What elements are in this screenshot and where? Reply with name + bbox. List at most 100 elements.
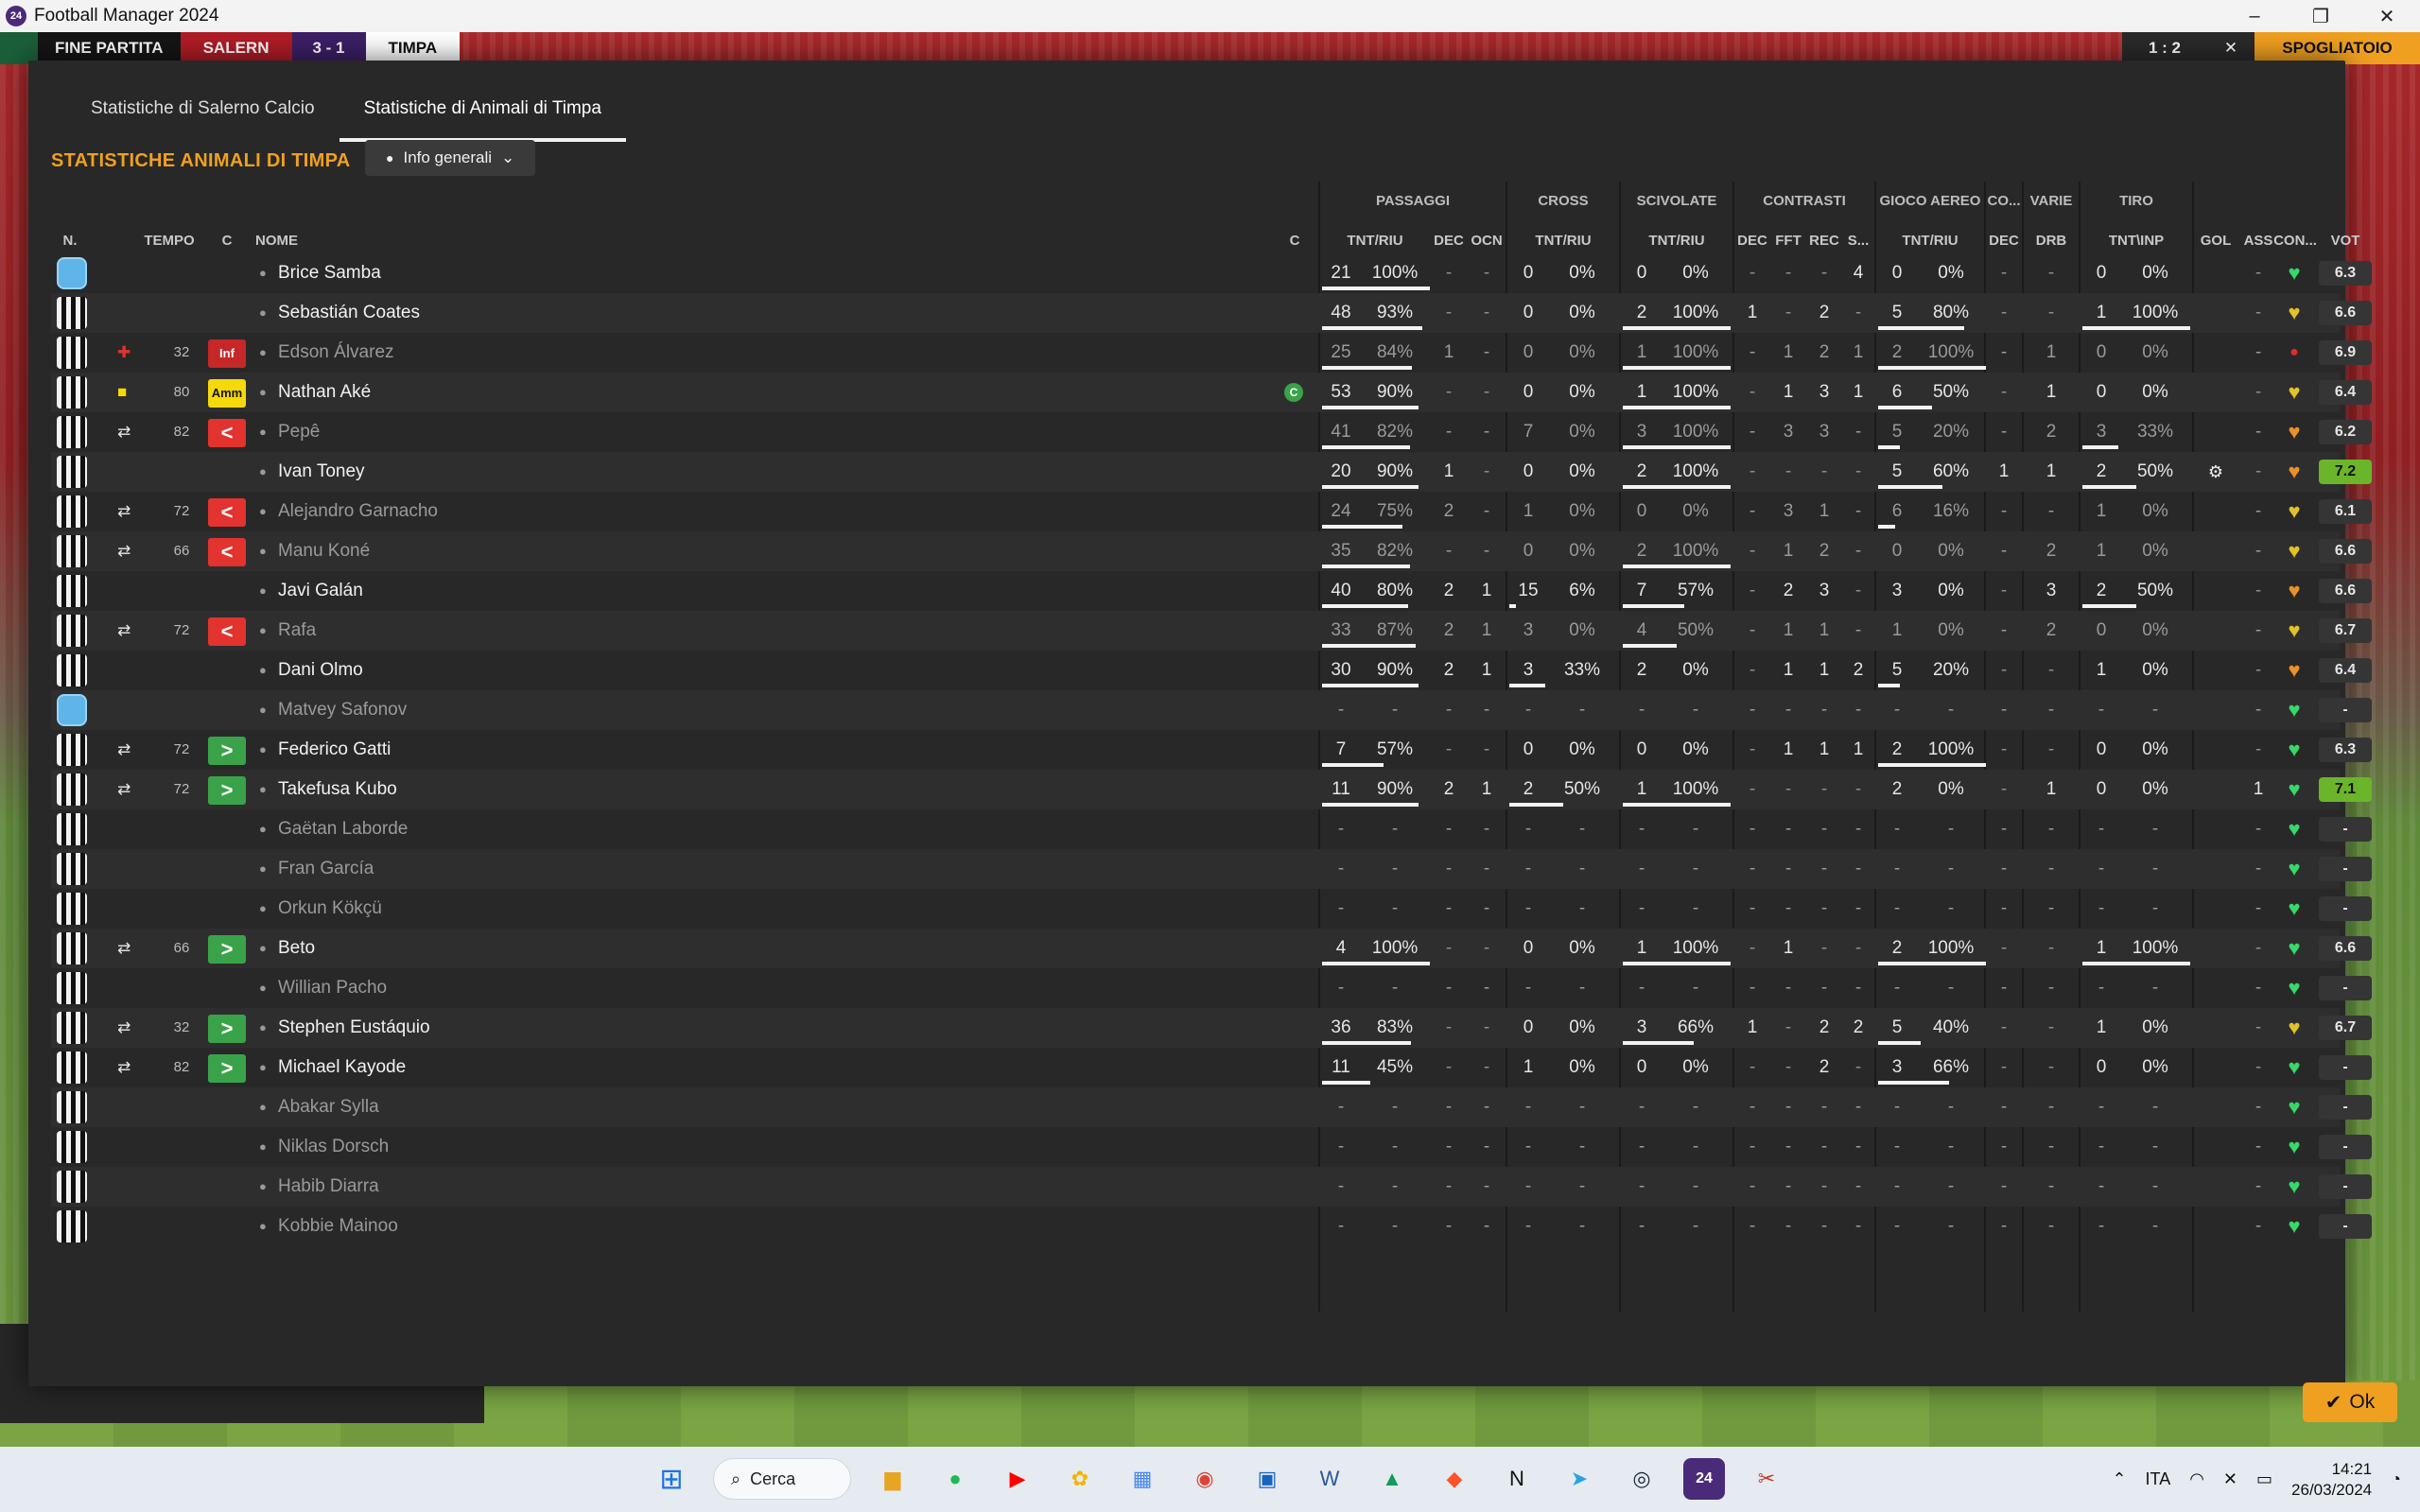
col-aer-tnt[interactable]: TNT/RIU [1876, 233, 1984, 249]
football-manager-icon[interactable]: 24 [1683, 1458, 1725, 1500]
player-name[interactable]: Alejandro Garnacho [278, 492, 438, 531]
player-name[interactable]: Abakar Sylla [278, 1087, 379, 1127]
player-name[interactable]: Beto [278, 929, 315, 968]
table-row[interactable]: ● Willian Pacho - - - - - - - - - - - - - - - - - - - ♥ - [51, 968, 2372, 1008]
col-tempo[interactable]: TEMPO [136, 233, 202, 249]
maximize-button[interactable]: ❐ [2288, 0, 2354, 32]
photos-icon[interactable]: ✿ [1059, 1458, 1101, 1500]
app-icon[interactable]: ▣ [1246, 1458, 1288, 1500]
player-name[interactable]: Michael Kayode [278, 1048, 406, 1087]
telegram-icon[interactable]: ➤ [1558, 1458, 1600, 1500]
player-name[interactable]: Stephen Eustáquio [278, 1008, 430, 1048]
col-gol[interactable]: GOL [2192, 233, 2239, 249]
steam-icon[interactable]: ◎ [1621, 1458, 1663, 1500]
table-row[interactable]: ● Sebastián Coates 48 93% - - 0 0% 2 100% 1 - 2 - 5 80%… [51, 293, 2372, 333]
player-name[interactable]: Willian Pacho [278, 968, 387, 1008]
table-row[interactable]: ● Javi Galán 40 80% 2 1 15 6% 7 57% - 2 3 - 3 0% - 3 2 50% -… [51, 571, 2372, 611]
player-name[interactable]: Ivan Toney [278, 452, 365, 492]
col-con-s[interactable]: S... [1842, 233, 1874, 249]
player-name[interactable]: Takefusa Kubo [278, 770, 397, 809]
player-name[interactable]: Edson Álvarez [278, 333, 394, 373]
player-name[interactable]: Niklas Dorsch [278, 1127, 389, 1167]
player-name[interactable]: Manu Koné [278, 531, 370, 571]
taskbar-clock[interactable]: 14:21 26/03/2024 [2291, 1459, 2372, 1501]
col-nome[interactable]: NOME [255, 233, 312, 249]
wifi-icon[interactable]: ◠ [2189, 1469, 2204, 1489]
table-row[interactable]: ⇄ 72 < ● Alejandro Garnacho 24 75% 2 - 1 0% 0 0% - 3 1 -… [51, 492, 2372, 531]
col-vot[interactable]: VOT [2317, 233, 2374, 249]
table-row[interactable]: ● Matvey Safonov - - - - - - - - - - - - - - - - - - - ♥ - [51, 690, 2372, 730]
windows-start-icon[interactable]: ⊞ [651, 1458, 692, 1500]
view-dropdown[interactable]: ● Info generali ⌄ [365, 140, 536, 176]
player-name[interactable]: Pepê [278, 412, 320, 452]
col-pass-ocn[interactable]: OCN [1468, 233, 1506, 249]
tab-salerno-stats[interactable]: Statistiche di Salerno Calcio [66, 83, 339, 142]
col-con-dec[interactable]: DEC [1734, 233, 1770, 249]
brave-icon[interactable]: ◆ [1434, 1458, 1475, 1500]
table-row[interactable]: ⇄ 66 < ● Manu Koné 35 82% - - 0 0% 2 100% - 1 2 - 0 0% - 2 1 0… [51, 531, 2372, 571]
battery-icon[interactable]: ▭ [2256, 1469, 2272, 1489]
minimize-button[interactable]: – [2221, 0, 2288, 32]
table-row[interactable]: ● Niklas Dorsch - - - - - - - - - - - - - - - - - - - ♥ - [51, 1127, 2372, 1167]
player-name[interactable]: Brice Samba [278, 253, 381, 293]
ok-button[interactable]: ✔ Ok [2303, 1382, 2397, 1422]
col-sciv-tnt[interactable]: TNT/RIU [1621, 233, 1732, 249]
notion-icon[interactable]: N [1496, 1458, 1538, 1500]
player-name[interactable]: Fran García [278, 849, 374, 889]
youtube-icon[interactable]: ▶ [997, 1458, 1038, 1500]
dressing-room-button[interactable]: SPOGLIATOIO [2255, 32, 2420, 64]
col-var-drb[interactable]: DRB [2024, 233, 2079, 249]
table-row[interactable]: ✚ 32 Inf ● Edson Álvarez 25 84% 1-0 0% 1 100% -1 2 1 2… [51, 333, 2372, 373]
table-row[interactable]: ⇄ 72 > ● Federico Gatti 7 57% - - 0 0% 0 0% - 1 1 1 2 100%… [51, 730, 2372, 770]
col-pass-dec[interactable]: DEC [1430, 233, 1468, 249]
keyboard-language[interactable]: ITA [2146, 1469, 2171, 1489]
col-tiro-tnt[interactable]: TNT\INP [2081, 233, 2192, 249]
table-row[interactable]: ⇄ 82 > ● Michael Kayode 11 45% - - 1 0% 0 0% - - 2 - 3 66%… [51, 1048, 2372, 1087]
col-captain[interactable]: C [1280, 233, 1309, 249]
calendar-icon[interactable]: ▦ [1122, 1458, 1163, 1500]
player-name[interactable]: Rafa [278, 611, 316, 651]
table-row[interactable]: ⇄ 72 > ● Takefusa Kubo 11 90% 2 1 2 50% 1 100% - - - -2 0… [51, 770, 2372, 809]
player-name[interactable]: Javi Galán [278, 571, 363, 611]
chrome-icon[interactable]: ◉ [1184, 1458, 1226, 1500]
table-row[interactable]: ⇄ 82 < ● Pepê 41 82% - - 7 0% 3 100% - 3 3 - 5 20% - 2 3 33% - ♥… [51, 412, 2372, 452]
snipping-tool-icon[interactable]: ✂ [1746, 1458, 1787, 1500]
player-name[interactable]: Orkun Kökçü [278, 889, 382, 929]
player-name[interactable]: Nathan Aké [278, 373, 371, 412]
table-row[interactable]: ● Gaëtan Laborde - - - - - - - - - - - - - - - - - - - ♥ - [51, 809, 2372, 849]
tab-timpa-stats[interactable]: Statistiche di Animali di Timpa [339, 83, 626, 142]
table-row[interactable]: ● Dani Olmo 30 90% 2 1 3 33% 2 0% -1 1 2 5 20% - -1 0% - ♥ 6… [51, 651, 2372, 690]
col-con-rec[interactable]: REC [1806, 233, 1842, 249]
spotify-icon[interactable]: ● [934, 1458, 976, 1500]
close-window-button[interactable]: ✕ [2354, 0, 2420, 32]
col-c[interactable]: C [208, 233, 246, 249]
scorebar-close-button[interactable]: ✕ [2207, 32, 2255, 64]
table-row[interactable]: ⇄ 66 > ● Beto 4 100% - - 0 0% 1 100% - 1 - - 2 100% - - 1 100%… [51, 929, 2372, 968]
taskbar-search[interactable]: ⌕ Cerca [713, 1458, 851, 1500]
player-name[interactable]: Sebastián Coates [278, 293, 420, 333]
table-row[interactable]: ● Habib Diarra - - - - - - - - - - - - - - - - - - - ♥ - [51, 1167, 2372, 1207]
word-icon[interactable]: W [1309, 1458, 1350, 1500]
player-name[interactable]: Kobbie Mainoo [278, 1207, 398, 1246]
col-ass[interactable]: ASS [2239, 233, 2277, 249]
file-explorer-icon[interactable]: ▆ [872, 1458, 914, 1500]
volume-muted-icon[interactable]: ✕ [2223, 1469, 2237, 1489]
table-row[interactable]: ■ 80 Amm ● Nathan Aké C 53 90% - -0 0% 1 100% -1 3 1 6 50… [51, 373, 2372, 412]
table-row[interactable]: ⇄ 32 > ● Stephen Eustáquio 36 83% - - 0 0% 3 66% 1 - 2 2… [51, 1008, 2372, 1048]
col-co-dec[interactable]: DEC [1986, 233, 2022, 249]
player-name[interactable]: Gaëtan Laborde [278, 809, 408, 849]
table-row[interactable]: ● Fran García - - - - - - - - - - - - - - - - - - - ♥ - [51, 849, 2372, 889]
table-row[interactable]: ● Abakar Sylla - - - - - - - - - - - - - - - - - - - ♥ - [51, 1087, 2372, 1127]
table-row[interactable]: ● Kobbie Mainoo - - - - - - - - - - - - - - - - - - - ♥ - [51, 1207, 2372, 1246]
table-row[interactable]: ⇄ 72 < ● Rafa 33 87% 2 1 3 0% 4 50% - 1 1 - 1 0% - 2 0 0% - ♥ 6.7 [51, 611, 2372, 651]
tray-chevron-up-icon[interactable]: ⌃ [2112, 1469, 2126, 1489]
col-n[interactable]: N. [51, 233, 89, 249]
col-con[interactable]: CON... [2273, 233, 2317, 249]
player-name[interactable]: Federico Gatti [278, 730, 391, 770]
google-drive-icon[interactable]: ▲ [1371, 1458, 1413, 1500]
notification-bell-icon[interactable]: ◔ [2391, 1469, 2401, 1489]
table-row[interactable]: ● Ivan Toney 20 90% 1 - 0 0% 2 100% - - - - 5 60% 1 1 2 50%… [51, 452, 2372, 492]
table-row[interactable]: ● Orkun Kökçü - - - - - - - - - - - - - - - - - - - ♥ - [51, 889, 2372, 929]
col-con-fft[interactable]: FFT [1770, 233, 1806, 249]
player-name[interactable]: Habib Diarra [278, 1167, 379, 1207]
